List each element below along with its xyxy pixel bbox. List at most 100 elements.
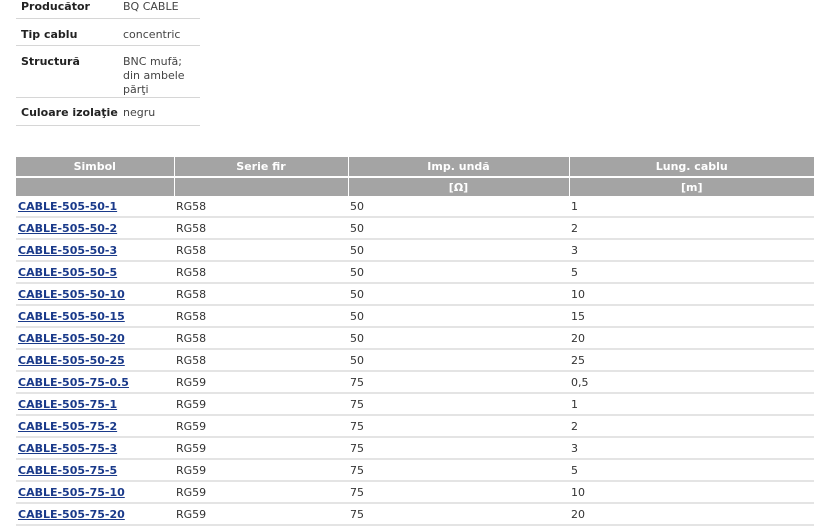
spec-row-insulation-color: Culoare izolaţie negru	[16, 97, 200, 126]
cell-length: 25	[569, 349, 814, 372]
product-symbol-link[interactable]: CABLE-505-75-3	[18, 442, 117, 455]
cell-impedance: 75	[348, 371, 569, 394]
cell-series: RG58	[174, 217, 348, 240]
product-symbol-link[interactable]: CABLE-505-75-5	[18, 464, 117, 477]
table-row: CABLE-505-50-20 RG58 50 20	[16, 327, 814, 350]
cell-length: 0,5	[569, 371, 814, 394]
cell-impedance: 75	[348, 503, 569, 526]
cell-impedance: 50	[348, 349, 569, 372]
cell-impedance: 75	[348, 437, 569, 460]
product-symbol-link[interactable]: CABLE-505-75-10	[18, 486, 125, 499]
spec-value-line-1: BNC mufă;	[123, 55, 182, 68]
unit-length: [m]	[569, 177, 814, 196]
spec-value: negru	[123, 106, 156, 119]
column-header-impedance[interactable]: Imp. undă	[348, 157, 570, 178]
table-row: CABLE-505-75-0.5 RG59 75 0,5	[16, 371, 814, 394]
unit-series	[174, 177, 349, 196]
cell-length: 10	[569, 283, 814, 306]
cell-impedance: 50	[348, 196, 569, 218]
cell-length: 10	[569, 481, 814, 504]
product-symbol-link[interactable]: CABLE-505-75-20	[18, 508, 125, 521]
unit-symbol	[16, 177, 175, 196]
table-units-row: [Ω] [m]	[16, 177, 814, 196]
cell-impedance: 75	[348, 481, 569, 504]
cell-length: 1	[569, 393, 814, 416]
table-row: CABLE-505-50-2 RG58 50 2	[16, 217, 814, 240]
spec-label: Culoare izolaţie	[21, 106, 118, 119]
spec-table: Producător BQ CABLE Tip cablu concentric…	[16, 0, 200, 126]
cell-length: 20	[569, 503, 814, 526]
cell-impedance: 50	[348, 239, 569, 262]
product-symbol-link[interactable]: CABLE-505-75-0.5	[18, 376, 129, 389]
column-header-length[interactable]: Lung. cablu	[569, 157, 814, 178]
product-symbol-link[interactable]: CABLE-505-50-5	[18, 266, 117, 279]
table-row: CABLE-505-50-1 RG58 50 1	[16, 196, 814, 218]
cell-series: RG59	[174, 481, 348, 504]
table-header-row: Simbol Serie fir Imp. undă Lung. cablu	[16, 157, 814, 178]
cell-series: RG58	[174, 261, 348, 284]
column-header-series[interactable]: Serie fir	[174, 157, 349, 178]
cell-series: RG59	[174, 437, 348, 460]
cell-impedance: 50	[348, 217, 569, 240]
cell-length: 15	[569, 305, 814, 328]
cell-series: RG58	[174, 327, 348, 350]
product-symbol-link[interactable]: CABLE-505-50-10	[18, 288, 125, 301]
product-table: Simbol Serie fir Imp. undă Lung. cablu […	[16, 157, 814, 526]
cell-length: 3	[569, 239, 814, 262]
product-symbol-link[interactable]: CABLE-505-50-25	[18, 354, 125, 367]
spec-label: Structură	[21, 55, 80, 68]
product-symbol-link[interactable]: CABLE-505-75-1	[18, 398, 117, 411]
spec-value-line-2: din ambele părţi	[123, 69, 185, 96]
cell-impedance: 50	[348, 261, 569, 284]
table-row: CABLE-505-75-3 RG59 75 3	[16, 437, 814, 460]
table-row: CABLE-505-75-5 RG59 75 5	[16, 459, 814, 482]
spec-value: BQ CABLE	[123, 0, 179, 13]
table-row: CABLE-505-50-3 RG58 50 3	[16, 239, 814, 262]
cell-length: 5	[569, 261, 814, 284]
cell-series: RG58	[174, 283, 348, 306]
cell-length: 1	[569, 196, 814, 218]
cell-length: 3	[569, 437, 814, 460]
cell-length: 2	[569, 217, 814, 240]
cell-impedance: 75	[348, 393, 569, 416]
table-row: CABLE-505-75-10 RG59 75 10	[16, 481, 814, 504]
product-symbol-link[interactable]: CABLE-505-50-2	[18, 222, 117, 235]
cell-impedance: 50	[348, 327, 569, 350]
table-row: CABLE-505-75-1 RG59 75 1	[16, 393, 814, 416]
cell-series: RG59	[174, 371, 348, 394]
cell-length: 2	[569, 415, 814, 438]
cell-impedance: 75	[348, 459, 569, 482]
cell-series: RG59	[174, 415, 348, 438]
spec-value: concentric	[123, 28, 181, 41]
table-row: CABLE-505-50-10 RG58 50 10	[16, 283, 814, 306]
cell-impedance: 50	[348, 305, 569, 328]
cell-series: RG59	[174, 393, 348, 416]
spec-label: Producător	[21, 0, 90, 13]
cell-series: RG58	[174, 305, 348, 328]
table-row: CABLE-505-50-25 RG58 50 25	[16, 349, 814, 372]
cell-length: 20	[569, 327, 814, 350]
spec-label: Tip cablu	[21, 28, 78, 41]
product-symbol-link[interactable]: CABLE-505-75-2	[18, 420, 117, 433]
cell-impedance: 50	[348, 283, 569, 306]
table-row: CABLE-505-75-20 RG59 75 20	[16, 503, 814, 526]
product-symbol-link[interactable]: CABLE-505-50-15	[18, 310, 125, 323]
spec-row-cable-type: Tip cablu concentric	[16, 18, 200, 46]
spec-row-producer: Producător BQ CABLE	[16, 0, 200, 19]
table-row: CABLE-505-75-2 RG59 75 2	[16, 415, 814, 438]
cell-impedance: 75	[348, 415, 569, 438]
spec-row-structure: Structură BNC mufă; din ambele părţi	[16, 45, 200, 98]
cell-series: RG58	[174, 196, 348, 218]
cell-series: RG58	[174, 349, 348, 372]
product-symbol-link[interactable]: CABLE-505-50-3	[18, 244, 117, 257]
column-header-symbol[interactable]: Simbol	[16, 157, 175, 178]
unit-impedance: [Ω]	[348, 177, 570, 196]
table-body: CABLE-505-50-1 RG58 50 1 CABLE-505-50-2 RG58 5…	[16, 196, 814, 526]
cell-series: RG59	[174, 459, 348, 482]
cell-length: 5	[569, 459, 814, 482]
cell-series: RG59	[174, 503, 348, 526]
cell-series: RG58	[174, 239, 348, 262]
product-symbol-link[interactable]: CABLE-505-50-1	[18, 200, 117, 213]
product-symbol-link[interactable]: CABLE-505-50-20	[18, 332, 125, 345]
table-row: CABLE-505-50-5 RG58 50 5	[16, 261, 814, 284]
